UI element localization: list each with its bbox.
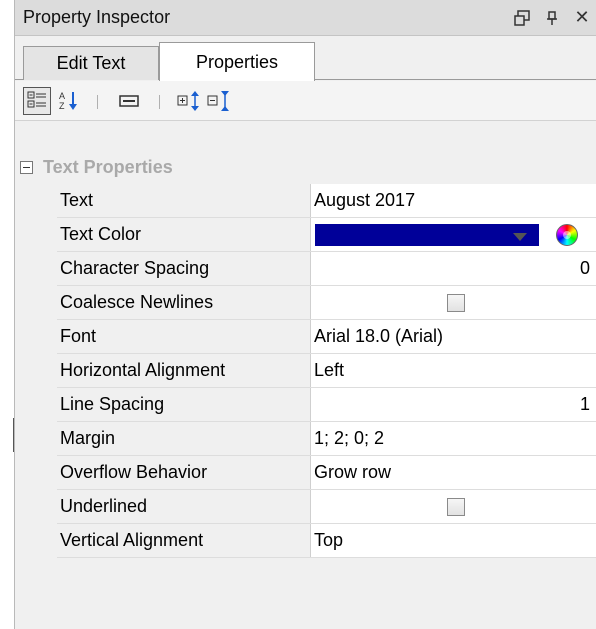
property-value-font[interactable]: Arial 18.0 (Arial) [311,320,596,353]
svg-text:A: A [59,91,65,101]
group-header-text-properties[interactable]: Text Properties [15,150,596,184]
property-value-text[interactable]: August 2017 [311,184,596,217]
expand-all-icon[interactable] [175,87,203,115]
coalesce-newlines-checkbox[interactable] [446,293,465,312]
left-gutter [0,0,14,629]
property-name: Vertical Alignment [57,524,311,557]
property-value-underlined[interactable] [311,490,596,523]
property-name: Underlined [57,490,311,523]
property-row-underlined[interactable]: Underlined [57,490,596,524]
property-row-text-color[interactable]: Text Color [57,218,596,252]
property-name: Text Color [57,218,311,251]
color-wheel-icon[interactable] [556,224,578,246]
property-row-overflow-behavior[interactable]: Overflow Behavior Grow row [57,456,596,490]
property-name: Line Spacing [57,388,311,421]
color-swatch[interactable] [315,224,539,246]
close-icon[interactable]: ✕ [567,0,596,36]
property-value-overflow-behavior[interactable]: Grow row [311,456,596,489]
sort-alpha-icon[interactable]: AZ [55,87,83,115]
property-value-horizontal-alignment[interactable]: Left [311,354,596,387]
property-value-character-spacing[interactable]: 0 [311,252,596,285]
tab-strip: Edit Text Properties [15,42,596,81]
property-name: Margin [57,422,311,455]
property-name: Character Spacing [57,252,311,285]
panel-titlebar: Property Inspector ✕ [15,0,596,36]
categorized-icon[interactable] [23,87,51,115]
property-value-line-spacing[interactable]: 1 [311,388,596,421]
tab-properties[interactable]: Properties [159,42,315,81]
property-value-vertical-alignment[interactable]: Top [311,524,596,557]
property-row-font[interactable]: Font Arial 18.0 (Arial) [57,320,596,354]
collapse-all-icon[interactable] [205,87,233,115]
inspector-toolbar: AZ [15,81,596,121]
property-name: Horizontal Alignment [57,354,311,387]
toolbar-separator [159,95,160,109]
underlined-checkbox[interactable] [446,497,465,516]
property-row-coalesce-newlines[interactable]: Coalesce Newlines [57,286,596,320]
property-grid: Text Properties Text August 2017 Text Co… [15,150,596,558]
property-name: Coalesce Newlines [57,286,311,319]
property-row-character-spacing[interactable]: Character Spacing 0 [57,252,596,286]
window-restore-icon[interactable] [507,0,537,36]
svg-text:Z: Z [59,101,65,111]
property-name: Text [57,184,311,217]
property-row-line-spacing[interactable]: Line Spacing 1 [57,388,596,422]
property-value-text-color[interactable] [311,218,596,251]
property-row-text[interactable]: Text August 2017 [57,184,596,218]
property-inspector-panel: Property Inspector ✕ Edit Text Propertie… [14,0,596,629]
collapse-toggle-icon[interactable] [20,160,33,174]
property-row-vertical-alignment[interactable]: Vertical Alignment Top [57,524,596,558]
panel-title: Property Inspector [23,7,171,27]
group-title: Text Properties [43,156,173,177]
property-name: Overflow Behavior [57,456,311,489]
pin-icon[interactable] [537,0,567,36]
property-row-margin[interactable]: Margin 1; 2; 0; 2 [57,422,596,456]
property-value-margin[interactable]: 1; 2; 0; 2 [311,422,596,455]
property-value-coalesce-newlines[interactable] [311,286,596,319]
tab-edit-text[interactable]: Edit Text [23,46,159,80]
dropdown-arrow-icon[interactable] [513,233,527,241]
property-pages-icon[interactable] [115,87,143,115]
property-name: Font [57,320,311,353]
property-row-horizontal-alignment[interactable]: Horizontal Alignment Left [57,354,596,388]
toolbar-separator [97,95,98,109]
